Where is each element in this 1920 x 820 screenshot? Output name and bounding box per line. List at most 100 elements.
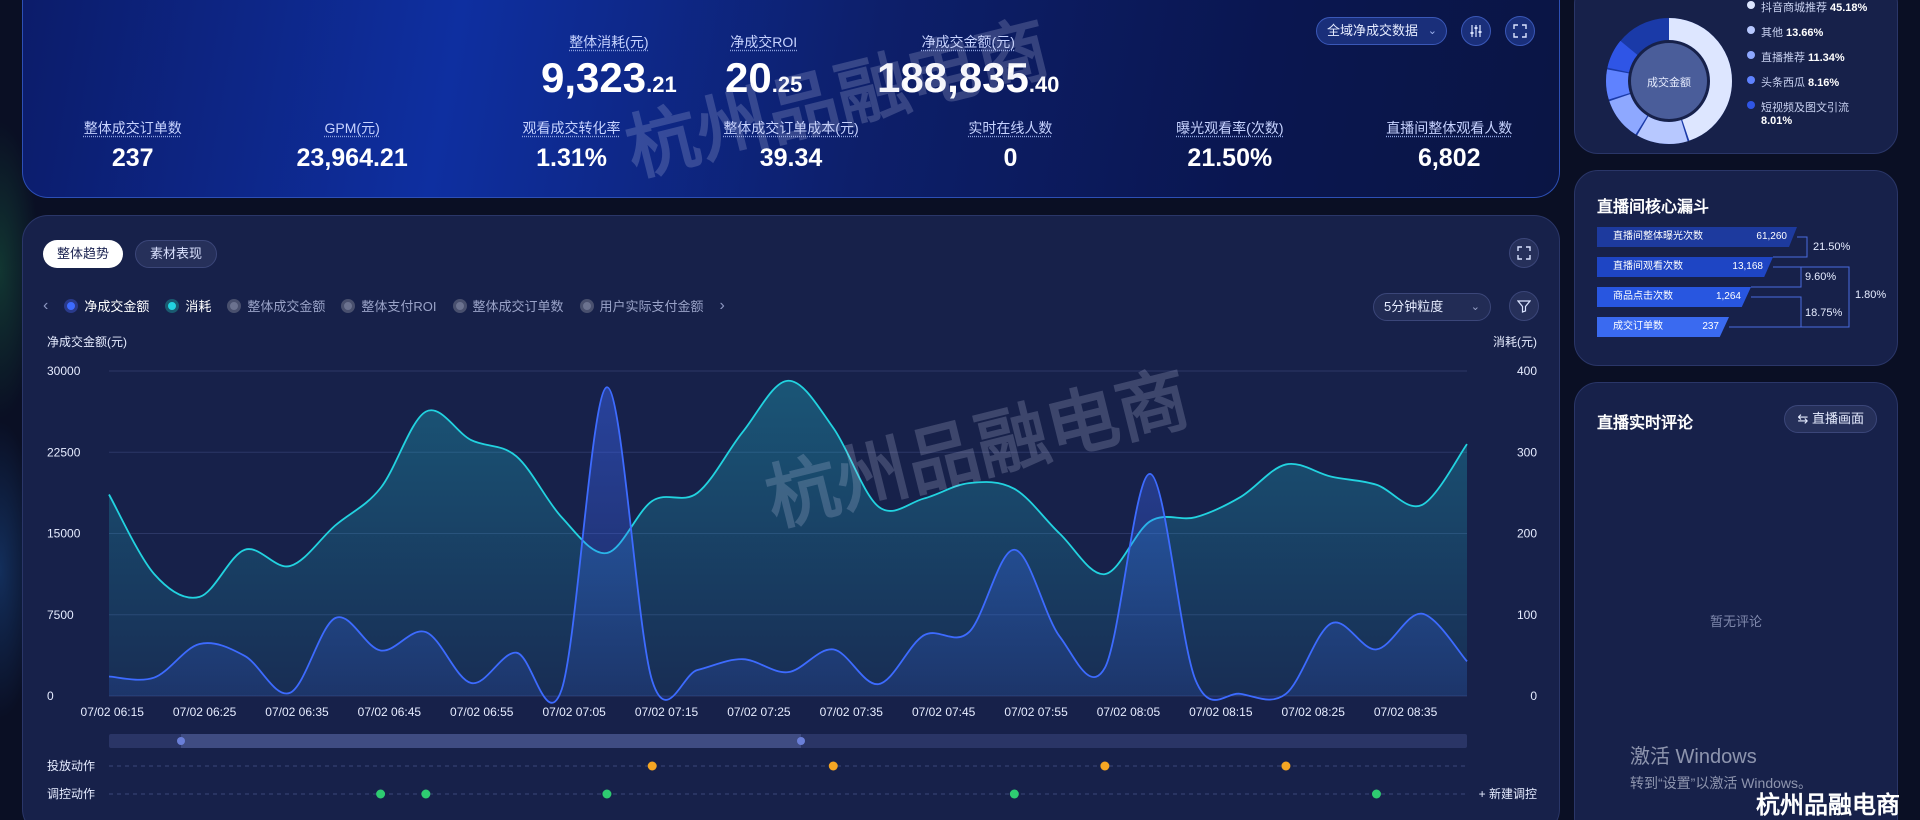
kpi-net-roi[interactable]: 净成交ROI 20.25	[725, 32, 802, 102]
kpi-value: 23,964.21	[296, 144, 408, 172]
y-axis-title: 净成交金额(元)	[47, 334, 127, 349]
donut-legend-item[interactable]: 头条西瓜 8.16%	[1747, 74, 1867, 90]
kpi-label: 观看成交转化率	[522, 120, 621, 136]
x-tick-label: 07/02 06:35	[265, 705, 329, 719]
action-dot	[828, 761, 838, 771]
kpi-gpm[interactable]: GPM(元) 23,964.21	[242, 118, 461, 173]
action-row-label: 投放动作	[47, 758, 95, 773]
donut-center-label: 成交金额	[1647, 77, 1691, 89]
legend-swatch	[1747, 26, 1755, 34]
live-view-button[interactable]: ⇆ 直播画面	[1784, 405, 1877, 433]
zoom-window	[181, 734, 801, 748]
action-dot	[602, 789, 612, 799]
kpi-total-spend[interactable]: 整体消耗(元) 9,323.21	[541, 32, 677, 102]
scope-select-value: 全域净成交数据	[1326, 23, 1418, 38]
funnel-rate: 18.75%	[1805, 307, 1843, 319]
x-tick-label: 07/02 06:55	[450, 705, 514, 719]
y-tick-label: 0	[47, 689, 54, 703]
x-tick-label: 07/02 07:25	[727, 705, 791, 719]
kpi-value: 21.50%	[1187, 144, 1273, 172]
kpi-value: 6,802	[1417, 144, 1481, 172]
fullscreen-button[interactable]	[1505, 16, 1535, 46]
source-panel: 成交金额 抖音商城推荐 45.18% 其他 13.66% 直播推荐 11.34% 头条…	[1574, 0, 1898, 154]
zoom-handle	[177, 737, 185, 745]
kpi-orders[interactable]: 整体成交订单数 237	[23, 118, 242, 173]
fullscreen-icon	[1513, 24, 1527, 38]
kpi-label: 净成交金额(元)	[921, 34, 1015, 50]
y2-axis-title: 消耗(元)	[1493, 335, 1537, 349]
x-tick-label: 07/02 07:55	[1004, 705, 1068, 719]
kpi-net-gmv[interactable]: 净成交金额(元) 188,835.40	[877, 32, 1059, 102]
sliders-button[interactable]	[1461, 16, 1491, 46]
kpi-viewers[interactable]: 直播间整体观看人数 6,802	[1340, 118, 1559, 173]
legend-swatch	[1747, 76, 1755, 84]
y-tick-label: 15000	[47, 527, 81, 541]
legend-pct: 8.16%	[1808, 77, 1840, 89]
action-dot	[1100, 761, 1110, 771]
kpi-value: 9,323.21	[541, 54, 677, 101]
x-tick-label: 07/02 07:15	[635, 705, 699, 719]
donut-legend-item[interactable]: 短视频及图文引流 8.01%	[1747, 99, 1867, 127]
legend-swatch	[1747, 101, 1755, 109]
action-dot	[421, 789, 431, 799]
kpi-value: 20.25	[725, 54, 803, 101]
new-control-button[interactable]: + 新建调控	[1479, 786, 1537, 801]
legend-label: 抖音商城推荐	[1761, 2, 1827, 14]
x-tick-label: 07/02 06:15	[81, 705, 145, 719]
donut-legend-item[interactable]: 直播推荐 11.34%	[1747, 49, 1867, 65]
legend-pct: 8.01%	[1761, 115, 1793, 127]
zoom-handle	[797, 737, 805, 745]
x-tick-label: 07/02 06:25	[173, 705, 237, 719]
legend-label: 头条西瓜	[1761, 77, 1805, 89]
action-row-label: 调控动作	[47, 787, 95, 801]
kpi-label: 整体成交订单成本(元)	[723, 120, 859, 136]
kpi-order-cost[interactable]: 整体成交订单成本(元) 39.34	[681, 118, 900, 173]
kpi-value: 188,835.40	[877, 54, 1060, 101]
action-dot	[1371, 789, 1381, 799]
series-area-spend	[109, 380, 1467, 696]
y2-tick-label: 100	[1517, 608, 1537, 622]
comments-title: 直播实时评论	[1597, 415, 1694, 432]
kpi-label: 整体消耗(元)	[569, 34, 649, 50]
sliders-icon	[1470, 25, 1482, 37]
x-tick-label: 07/02 08:25	[1281, 705, 1345, 719]
legend-pct: 13.66%	[1786, 27, 1824, 39]
y2-tick-label: 300	[1517, 445, 1537, 459]
legend-pct: 11.34%	[1808, 52, 1845, 64]
x-tick-label: 07/02 08:15	[1189, 705, 1253, 719]
y-tick-label: 30000	[47, 364, 81, 378]
kpi-label: 实时在线人数	[968, 120, 1053, 136]
kpi-label: GPM(元)	[324, 120, 380, 136]
x-tick-label: 07/02 06:45	[358, 705, 422, 719]
kpi-value: 237	[111, 144, 154, 172]
action-dot	[647, 761, 657, 771]
y-tick-label: 7500	[47, 608, 74, 622]
action-dot	[1281, 761, 1291, 771]
kpi-toolbar: 全域净成交数据 ⌄	[1315, 16, 1535, 46]
legend-label: 短视频及图文引流	[1761, 102, 1849, 114]
funnel-rate: 21.50%	[1813, 241, 1851, 253]
legend-label: 直播推荐	[1761, 52, 1805, 64]
trend-chart[interactable]: 净成交金额(元) 消耗(元) 0 0 7500 100 15000 200 22500 300 30…	[23, 216, 1561, 820]
live-view-label: 直播画面	[1811, 411, 1864, 426]
kpi-view-rate[interactable]: 曝光观看率(次数) 21.50%	[1120, 118, 1339, 173]
swap-icon: ⇆	[1797, 411, 1809, 426]
action-dot	[376, 789, 386, 799]
kpi-label: 整体成交订单数	[83, 120, 182, 136]
kpi-value: 1.31%	[536, 144, 607, 172]
donut-legend-item[interactable]: 其他 13.66%	[1747, 24, 1867, 40]
kpi-online[interactable]: 实时在线人数 0	[901, 118, 1120, 173]
kpi-value: 0	[1003, 144, 1018, 172]
corner-watermark: 杭州品融电商	[1756, 792, 1900, 819]
kpi-conversion[interactable]: 观看成交转化率 1.31%	[462, 118, 681, 173]
kpi-label: 净成交ROI	[730, 34, 798, 50]
action-dot	[1009, 789, 1019, 799]
scope-select[interactable]: 全域净成交数据 ⌄	[1315, 17, 1447, 45]
x-tick-label: 07/02 08:35	[1374, 705, 1438, 719]
y-tick-label: 22500	[47, 445, 81, 459]
y2-tick-label: 400	[1517, 364, 1537, 378]
legend-swatch	[1747, 1, 1755, 9]
donut-legend-item[interactable]: 抖音商城推荐 45.18%	[1747, 0, 1867, 15]
chevron-down-icon: ⌄	[1427, 25, 1437, 37]
kpi-card: 整体消耗(元) 9,323.21 净成交ROI 20.25 净成交金额(元) 1…	[22, 0, 1560, 198]
